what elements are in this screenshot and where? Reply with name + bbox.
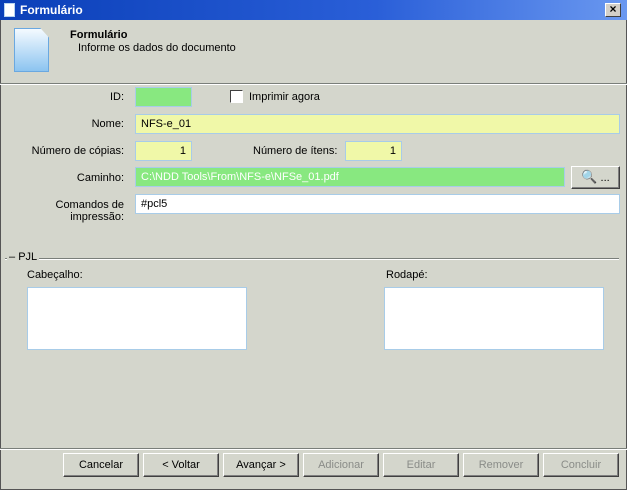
commands-field[interactable]: #pcl5 — [135, 194, 620, 214]
footer-label: Rodapé: — [386, 269, 428, 281]
finish-button[interactable]: Concluir — [543, 453, 619, 477]
add-button[interactable]: Adicionar — [303, 453, 379, 477]
footer-textarea[interactable] — [384, 287, 604, 350]
id-label: ID: — [109, 91, 124, 103]
window-title: Formulário — [20, 3, 83, 17]
copies-label: Número de cópias: — [31, 145, 124, 157]
print-now-label: Imprimir agora — [249, 91, 320, 103]
commands-label: Comandos de impressão: — [55, 199, 125, 223]
header-textarea[interactable] — [27, 287, 247, 350]
document-icon — [4, 3, 15, 17]
cancel-button[interactable]: Cancelar — [63, 453, 139, 477]
items-label: Número de ítens: — [253, 145, 338, 157]
items-field[interactable]: 1 — [345, 141, 402, 161]
page-title: Formulário — [70, 29, 128, 41]
document-icon — [14, 28, 49, 72]
path-field[interactable]: C:\NDD Tools\From\NFS-e\NFSe_01.pdf — [135, 167, 565, 187]
browse-button[interactable]: 🔍 ... — [571, 166, 620, 189]
close-button[interactable]: × — [605, 3, 621, 17]
remove-button[interactable]: Remover — [463, 453, 539, 477]
dialog-window — [0, 0, 627, 490]
pjl-group-label: – PJL — [7, 251, 40, 263]
print-now-checkbox[interactable] — [230, 90, 243, 103]
edit-button[interactable]: Editar — [383, 453, 459, 477]
name-field[interactable]: NFS-e_01 — [135, 114, 620, 134]
back-button[interactable]: < Voltar — [143, 453, 219, 477]
next-button[interactable]: Avançar > — [223, 453, 299, 477]
divider — [0, 83, 627, 85]
path-label: Caminho: — [76, 172, 124, 184]
pjl-group-divider — [5, 258, 619, 260]
title-bar: Formulário × — [0, 0, 627, 20]
header-label: Cabeçalho: — [27, 269, 83, 281]
search-icon: 🔍 — [581, 169, 598, 184]
page-subtitle: Informe os dados do documento — [78, 42, 236, 54]
divider — [0, 448, 627, 450]
copies-field[interactable]: 1 — [135, 141, 192, 161]
name-label: Nome: — [91, 118, 124, 130]
id-field[interactable] — [135, 87, 192, 107]
